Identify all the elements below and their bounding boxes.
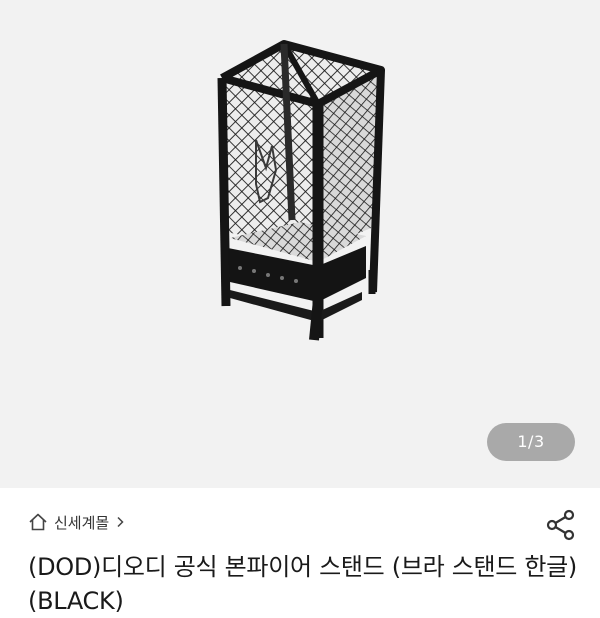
home-icon [29,513,47,531]
product-title: (DOD)디오디 공식 본파이어 스탠드 (브라 스탠드 한글)(BLACK) [28,553,577,615]
image-page-indicator: 1/3 [487,423,575,461]
bonfire-stand-image [217,40,385,341]
share-icon[interactable] [544,508,578,542]
store-name-label: 신세계몰 [54,513,110,532]
store-breadcrumb[interactable]: 신세계몰 [28,510,126,534]
product-image-gallery[interactable]: 1/3 [0,0,600,488]
chevron-right-icon [117,516,124,528]
product-info: 신세계몰 (DOD)디오디 공식 본파이어 스탠드 (브라 스탠드 한글)(BL… [0,488,600,615]
